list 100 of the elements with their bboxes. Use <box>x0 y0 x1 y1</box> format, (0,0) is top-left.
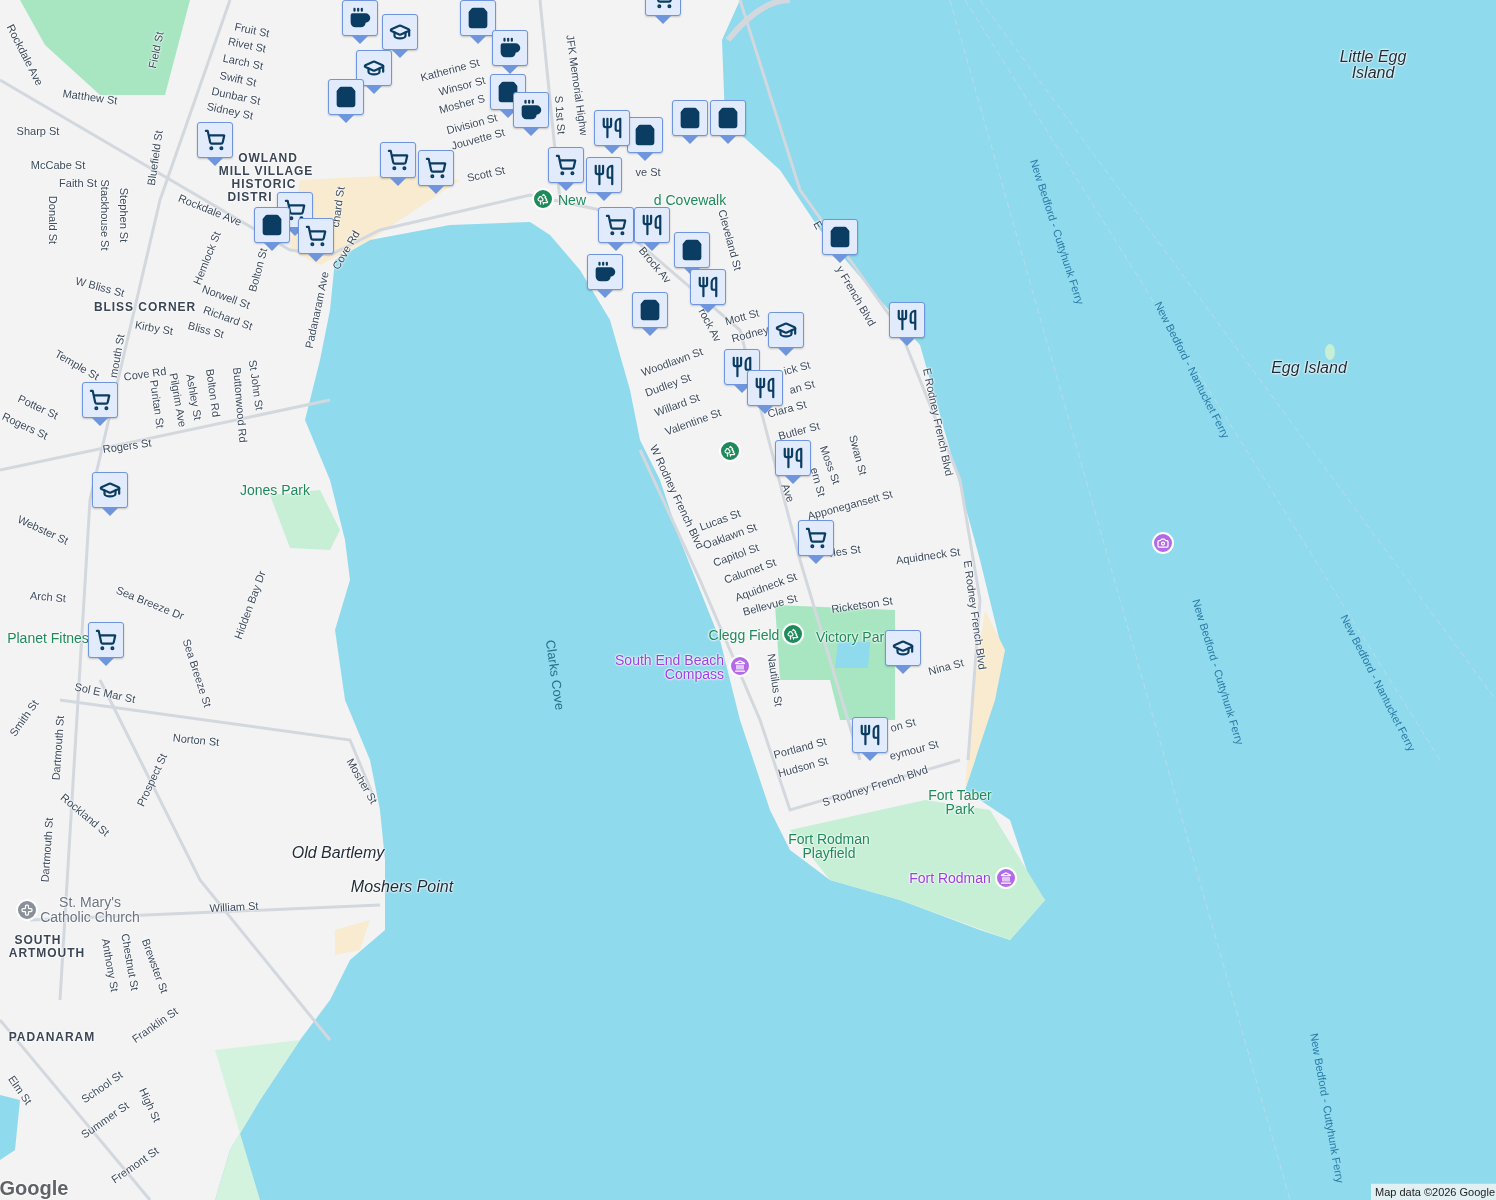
map-marker[interactable] <box>768 312 804 356</box>
map-marker[interactable] <box>586 157 622 201</box>
street-label: Nina St <box>926 655 966 680</box>
google-logo: Google <box>0 1176 69 1200</box>
map-marker[interactable] <box>775 440 811 484</box>
cart-icon <box>387 149 409 171</box>
street-label: Field St <box>145 30 167 70</box>
map-marker[interactable] <box>598 207 634 251</box>
neighborhood-label: ARTMOUTH <box>8 945 86 962</box>
camera-icon[interactable] <box>1152 532 1174 554</box>
cart-icon <box>805 527 827 549</box>
map-marker[interactable] <box>82 382 118 426</box>
map-marker[interactable] <box>594 110 630 154</box>
map-marker[interactable] <box>627 117 663 161</box>
street-label: eymour St <box>887 736 941 765</box>
cart-icon <box>605 214 627 236</box>
map-marker[interactable] <box>92 472 128 516</box>
map-marker[interactable] <box>672 100 708 144</box>
neighborhood-label: MILL VILLAGE <box>218 163 314 179</box>
street-label: Bluefield St <box>143 129 166 187</box>
map-marker[interactable] <box>88 622 124 666</box>
park-label: Jones Park <box>240 483 310 497</box>
street-label: Sol E Mar St <box>73 679 137 708</box>
street-label: Swift St <box>218 69 258 89</box>
neighborhood-label: SOUTH <box>14 932 62 948</box>
street-label: McCabe St <box>30 157 86 173</box>
water-area <box>0 1095 20 1160</box>
park-label: d Covewalk <box>653 193 727 207</box>
map-marker[interactable] <box>460 0 496 44</box>
street-label: Nautilus St <box>764 652 786 708</box>
fork-knife-icon <box>593 164 615 186</box>
street-label: Bolton St <box>245 246 271 294</box>
street-label: Stackhouse St <box>98 179 113 251</box>
map-marker[interactable] <box>328 79 364 123</box>
fork-knife-icon <box>859 724 881 746</box>
map-marker[interactable] <box>197 122 233 166</box>
map-marker[interactable] <box>382 14 418 58</box>
map-marker[interactable] <box>342 0 378 44</box>
neighborhood-label: OWLAND <box>238 150 298 166</box>
street-label: Ave <box>778 481 799 505</box>
cart-icon <box>425 157 447 179</box>
park-label: Planet Fitnes <box>7 631 89 645</box>
map-marker[interactable] <box>380 142 416 186</box>
street-label: E Rodney French Blvd <box>919 366 957 478</box>
street-label: Arch St <box>29 588 67 607</box>
street-label: Ricketson St <box>830 593 894 617</box>
fork-knife-icon <box>731 356 753 378</box>
street-label: Dartmouth St <box>37 817 56 883</box>
street-label: Stephen St <box>117 187 132 243</box>
locality-label: Egg Island <box>1271 360 1347 376</box>
place-label: South End Beach Compass <box>614 653 724 681</box>
street-label: ve St <box>635 164 661 180</box>
cup-icon <box>520 99 542 121</box>
map-marker[interactable] <box>632 292 668 336</box>
street-label: Dartmouth St <box>48 715 67 781</box>
fork-knife-icon <box>601 117 623 139</box>
map-marker[interactable] <box>356 50 392 94</box>
street-label: on St <box>888 714 918 736</box>
street-label: Rogers St <box>101 435 153 458</box>
street-label: Puritan St <box>147 379 168 430</box>
street-label: William St <box>209 898 259 916</box>
cart-icon <box>284 199 306 221</box>
street-label: rock Av <box>695 305 725 345</box>
street-label: Sharp St <box>16 123 60 139</box>
map-marker[interactable] <box>822 219 858 263</box>
map-marker[interactable] <box>587 254 623 298</box>
neighborhood-label: BLISS CORNER <box>93 299 197 316</box>
map-marker[interactable] <box>674 232 710 276</box>
map-marker[interactable] <box>710 100 746 144</box>
cart-icon <box>305 225 327 247</box>
locality-label: Little Egg Island <box>1338 49 1408 81</box>
water-label: Clarks Cove <box>541 638 569 712</box>
locality-label: Old Bartlemy <box>291 845 385 861</box>
park-label: Victory Par <box>815 630 885 644</box>
street-label: W Bliss St <box>73 273 127 302</box>
cup-icon <box>594 261 616 283</box>
street-label: Aquidneck St <box>894 544 962 569</box>
neighborhood-label: PADANARAM <box>8 1029 96 1046</box>
map-marker[interactable] <box>418 150 454 194</box>
neighborhood-label: DISTRI <box>227 189 273 206</box>
map-marker[interactable] <box>298 218 334 262</box>
street-label: chard St <box>327 185 347 229</box>
street-label: Faith St <box>59 175 97 191</box>
place-label: Fort Rodman <box>909 871 991 885</box>
fork-knife-icon <box>754 377 776 399</box>
fork-knife-icon <box>641 214 663 236</box>
map-marker[interactable] <box>548 147 584 191</box>
fork-knife-icon <box>896 309 918 331</box>
map-marker[interactable] <box>513 92 549 136</box>
park-label: Clegg Field <box>708 628 780 642</box>
street-label: Donald St <box>46 195 61 245</box>
street-label: Sea Breeze St <box>179 636 215 710</box>
map-marker[interactable] <box>492 30 528 74</box>
street-label: Norton St <box>172 730 220 751</box>
map-marker[interactable] <box>852 717 888 761</box>
cart-icon <box>555 154 577 176</box>
cart-icon <box>204 129 226 151</box>
neighborhood-label: HISTORIC <box>231 176 297 192</box>
map-marker[interactable] <box>885 630 921 674</box>
map-marker[interactable] <box>889 302 925 346</box>
